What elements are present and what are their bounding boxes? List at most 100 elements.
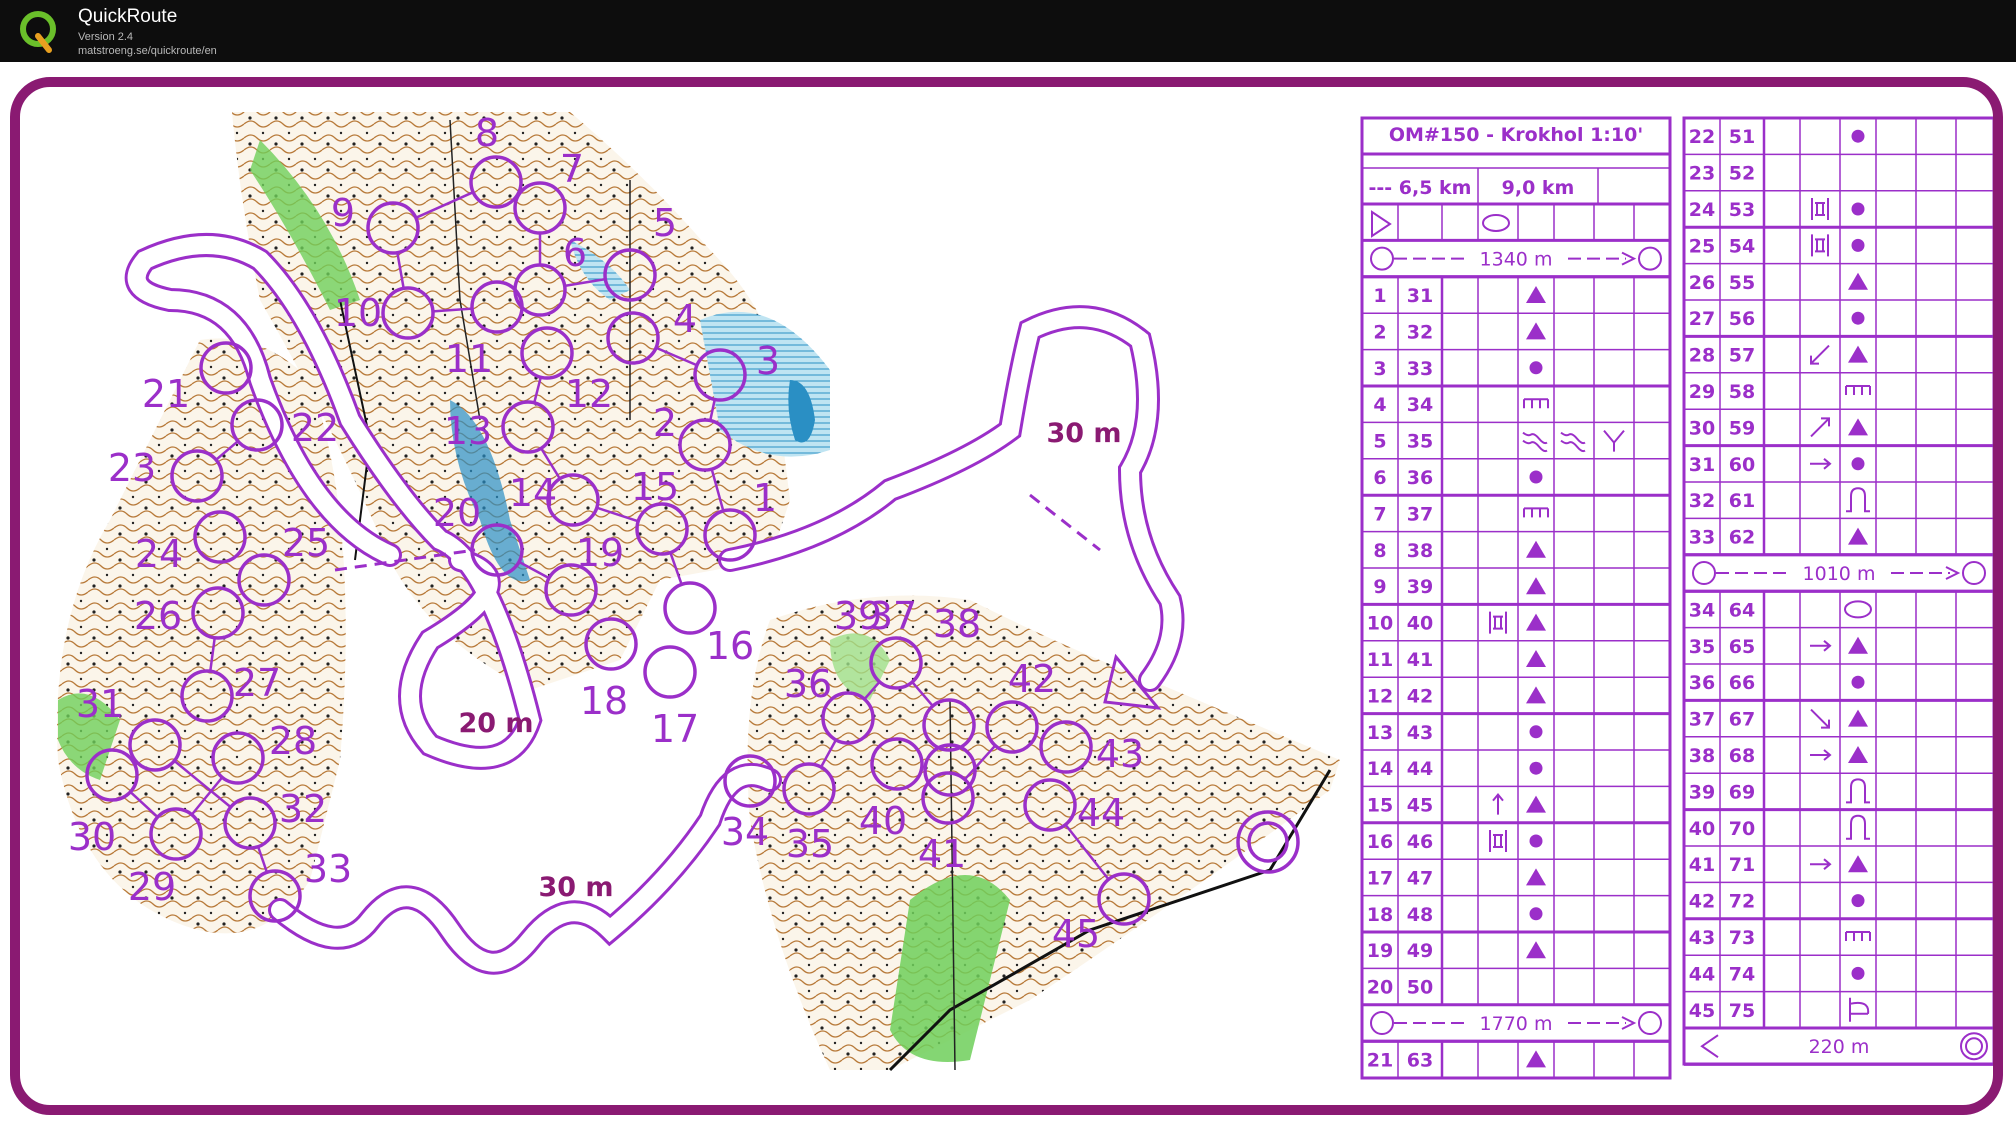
control-seq-number: 8 xyxy=(1373,540,1386,562)
dot-symbol-icon xyxy=(1851,202,1865,216)
control-seq-number: 45 xyxy=(1689,1000,1715,1022)
control-number-33: 33 xyxy=(304,847,352,891)
control-code: 67 xyxy=(1729,709,1755,731)
control-code: 53 xyxy=(1729,199,1755,221)
app-url[interactable]: matstroeng.se/quickroute/en xyxy=(78,45,217,57)
control-code: 38 xyxy=(1407,540,1433,562)
control-number-30: 30 xyxy=(68,815,116,859)
control-number-12: 12 xyxy=(565,372,613,416)
control-number-40: 40 xyxy=(859,799,907,843)
dot-symbol-icon xyxy=(1851,966,1865,980)
control-code: 41 xyxy=(1407,649,1433,671)
control-seq-number: 23 xyxy=(1689,163,1715,185)
control-number-17: 17 xyxy=(651,707,699,751)
control-seq-number: 12 xyxy=(1367,685,1393,707)
control-seq-number: 32 xyxy=(1689,490,1715,512)
control-number-27: 27 xyxy=(233,661,281,705)
control-code: 68 xyxy=(1729,745,1755,767)
dot-symbol-icon xyxy=(1851,894,1865,908)
control-number-45: 45 xyxy=(1052,912,1100,956)
control-number-41: 41 xyxy=(918,832,966,876)
control-seq-number: 25 xyxy=(1689,235,1715,257)
control-code: 31 xyxy=(1407,285,1433,307)
control-code: 61 xyxy=(1729,490,1755,512)
control-seq-number: 20 xyxy=(1367,977,1393,999)
control-code: 65 xyxy=(1729,636,1755,658)
control-seq-number: 22 xyxy=(1689,126,1715,148)
control-code: 40 xyxy=(1407,613,1433,635)
control-code: 74 xyxy=(1729,963,1755,985)
control-seq-number: 4 xyxy=(1373,394,1386,416)
control-code: 33 xyxy=(1407,358,1433,380)
leg-distance-label: 1770 m xyxy=(1480,1013,1553,1035)
dot-symbol-icon xyxy=(1529,907,1543,921)
control-seq-number: 18 xyxy=(1367,904,1393,926)
control-seq-number: 1 xyxy=(1373,285,1386,307)
dot-symbol-icon xyxy=(1529,834,1543,848)
app-titlebar: QuickRoute Version 2.4 matstroeng.se/qui… xyxy=(0,0,2016,62)
control-number-15: 15 xyxy=(631,465,679,509)
control-seq-number: 10 xyxy=(1367,613,1393,635)
control-code: 54 xyxy=(1729,235,1755,257)
control-seq-number: 31 xyxy=(1689,454,1715,476)
control-code: 72 xyxy=(1729,891,1755,913)
control-number-16: 16 xyxy=(706,624,754,668)
control-number-23: 23 xyxy=(108,446,156,490)
control-number-24: 24 xyxy=(135,532,183,576)
control-seq-number: 6 xyxy=(1373,467,1386,489)
control-number-2: 2 xyxy=(653,401,677,445)
control-code: 62 xyxy=(1729,527,1755,549)
control-code: 43 xyxy=(1407,722,1433,744)
control-number-39: 39 xyxy=(834,594,882,638)
control-code: 36 xyxy=(1407,467,1433,489)
control-seq-number: 26 xyxy=(1689,272,1715,294)
control-number-5: 5 xyxy=(653,201,677,245)
control-code: 59 xyxy=(1729,417,1755,439)
leg-distance-label: 1010 m xyxy=(1803,563,1876,585)
control-seq-number: 13 xyxy=(1367,722,1393,744)
control-seq-number: 40 xyxy=(1689,818,1715,840)
control-seq-number: 28 xyxy=(1689,345,1715,367)
control-seq-number: 29 xyxy=(1689,381,1715,403)
control-code: 66 xyxy=(1729,672,1755,694)
control-number-7: 7 xyxy=(560,147,584,191)
app-name: QuickRoute xyxy=(78,6,178,27)
control-number-10: 10 xyxy=(334,291,382,335)
control-code: 58 xyxy=(1729,381,1755,403)
control-code: 56 xyxy=(1729,308,1755,330)
control-code: 75 xyxy=(1729,1000,1755,1022)
control-seq-number: 5 xyxy=(1373,431,1386,453)
control-seq-number: 37 xyxy=(1689,709,1715,731)
control-number-18: 18 xyxy=(580,679,628,723)
control-code: 69 xyxy=(1729,781,1755,803)
control-seq-number: 15 xyxy=(1367,795,1393,817)
control-number-34: 34 xyxy=(721,810,769,854)
height-label-1: 30 m xyxy=(1046,418,1121,449)
control-seq-number: 43 xyxy=(1689,927,1715,949)
dot-symbol-icon xyxy=(1851,457,1865,471)
control-seq-number: 19 xyxy=(1367,940,1393,962)
control-code: 64 xyxy=(1729,599,1755,621)
control-number-19: 19 xyxy=(576,531,624,575)
control-code: 34 xyxy=(1407,394,1433,416)
control-seq-number: 30 xyxy=(1689,417,1715,439)
control-seq-number: 44 xyxy=(1689,963,1715,985)
dot-symbol-icon xyxy=(1529,761,1543,775)
map-frame: 1 2 3 4 5 6 7 8 9 10 11 12 13 14 15 16 17 18 19 20 21 22 23 24 2… xyxy=(10,77,2003,1115)
control-number-3: 3 xyxy=(756,339,780,383)
control-code: 32 xyxy=(1407,321,1433,343)
control-number-6: 6 xyxy=(563,231,587,275)
dot-symbol-icon xyxy=(1529,361,1543,375)
leg-distance-label: 1340 m xyxy=(1480,249,1553,271)
dot-symbol-icon xyxy=(1529,725,1543,739)
control-seq-number: 14 xyxy=(1367,758,1393,780)
control-code: 57 xyxy=(1729,345,1755,367)
control-code: 42 xyxy=(1407,685,1433,707)
control-code: 60 xyxy=(1729,454,1755,476)
control-seq-number: 34 xyxy=(1689,599,1715,621)
control-description-sheet: OM#150 - Krokhol 1:10' --- 6,5 km 9,0 km… xyxy=(1360,116,1993,1080)
control-number-25: 25 xyxy=(282,521,330,565)
control-number-38: 38 xyxy=(933,602,981,646)
course-map[interactable]: 1234567891011121314 15161718192021222324 2… xyxy=(20,87,1993,1105)
control-number-11: 11 xyxy=(445,337,493,381)
